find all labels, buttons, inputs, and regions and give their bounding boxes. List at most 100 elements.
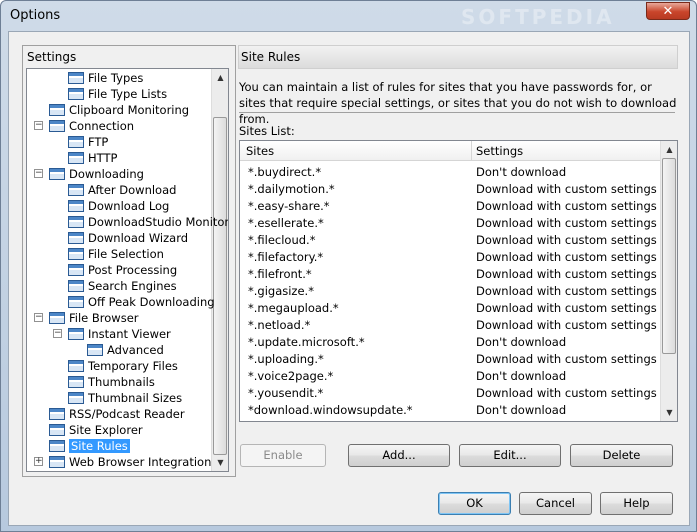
- tree-item-label: Site Rules: [69, 439, 130, 453]
- scroll-down-icon[interactable]: ▼: [212, 454, 228, 471]
- table-row[interactable]: *.voice2page.* Don't download: [240, 368, 660, 385]
- tree-item-label: Clipboard Monitoring: [69, 103, 190, 117]
- tree-item[interactable]: File Type Lists: [68, 86, 167, 102]
- tree-item-label: Instant Viewer: [88, 327, 171, 341]
- settings-page-icon: [68, 376, 84, 388]
- settings-page-icon: [68, 200, 84, 212]
- tree-item[interactable]: Post Processing: [68, 262, 177, 278]
- tree-item[interactable]: Download Wizard: [68, 230, 188, 246]
- site-setting: Download with custom settings: [476, 301, 657, 315]
- options-window: Options SOFTPEDIA ✕ Settings ▲ ▼ File Ty…: [0, 0, 697, 532]
- expand-icon[interactable]: +: [34, 457, 43, 466]
- scroll-up-icon[interactable]: ▲: [661, 141, 677, 158]
- watermark: SOFTPEDIA: [461, 5, 615, 29]
- site-pattern: *.uploading.*: [248, 352, 324, 366]
- dialog-body: Settings ▲ ▼ File Types File Type Lists Cl…: [8, 31, 690, 526]
- add-button[interactable]: Add...: [348, 444, 450, 467]
- help-button[interactable]: Help: [600, 492, 673, 515]
- collapse-icon[interactable]: −: [34, 121, 43, 130]
- table-row[interactable]: *.filefactory.* Download with custom sett…: [240, 249, 660, 266]
- settings-tree[interactable]: ▲ ▼ File Types File Type Lists Clipboard M…: [26, 68, 229, 472]
- site-pattern: *.easy-share.*: [248, 199, 330, 213]
- table-row[interactable]: *.netload.* Download with custom settings: [240, 317, 660, 334]
- table-row[interactable]: *.easy-share.* Download with custom setti…: [240, 198, 660, 215]
- column-divider[interactable]: [471, 141, 472, 161]
- collapse-icon[interactable]: −: [53, 329, 62, 338]
- tree-item[interactable]: Clipboard Monitoring: [49, 102, 189, 118]
- tree-item[interactable]: − File Browser: [34, 310, 139, 326]
- site-setting: Download with custom settings: [476, 233, 657, 247]
- tree-item[interactable]: Download Log: [68, 198, 169, 214]
- edit-button[interactable]: Edit...: [459, 444, 561, 467]
- table-row[interactable]: *download.windowsupdate.* Don't download: [240, 402, 660, 419]
- site-setting: Don't download: [476, 369, 567, 383]
- site-pattern: *.filecloud.*: [248, 233, 316, 247]
- tree-item[interactable]: − Connection: [34, 118, 135, 134]
- site-setting: Download with custom settings: [476, 216, 657, 230]
- collapse-icon[interactable]: −: [34, 169, 43, 178]
- site-setting: Download with custom settings: [476, 386, 657, 400]
- site-pattern: *.netload.*: [248, 318, 311, 332]
- tree-item[interactable]: FTP: [68, 134, 108, 150]
- delete-button[interactable]: Delete: [570, 444, 673, 467]
- tree-item[interactable]: Temporary Files: [68, 358, 178, 374]
- table-row[interactable]: *.update.microsoft.* Don't download: [240, 334, 660, 351]
- tree-item[interactable]: HTTP: [68, 150, 117, 166]
- tree-item[interactable]: DownloadStudio Monitor: [68, 214, 228, 230]
- scroll-up-icon[interactable]: ▲: [212, 69, 228, 86]
- table-row[interactable]: *.esellerate.* Download with custom setti…: [240, 215, 660, 232]
- tree-item-label: Web Browser Integration: [69, 455, 212, 469]
- tree-item[interactable]: Site Rules: [49, 438, 130, 454]
- tree-item[interactable]: File Types: [68, 70, 143, 86]
- column-header-sites[interactable]: Sites: [246, 144, 274, 158]
- close-button[interactable]: ✕: [646, 2, 690, 20]
- sites-list[interactable]: Sites Settings ▲ ▼ *.buydirect.* Don't do…: [239, 140, 678, 422]
- table-row[interactable]: *.yousendit.* Download with custom settin…: [240, 385, 660, 402]
- tree-item[interactable]: Thumbnails: [68, 374, 155, 390]
- tree-item[interactable]: + Web Browser Integration: [34, 454, 212, 470]
- settings-page-icon: [49, 408, 65, 420]
- site-setting: Download with custom settings: [476, 267, 657, 281]
- ok-button[interactable]: OK: [438, 492, 511, 515]
- tree-item[interactable]: Off Peak Downloading: [68, 294, 215, 310]
- cancel-button[interactable]: Cancel: [519, 492, 592, 515]
- list-scrollbar[interactable]: ▲ ▼: [660, 141, 677, 421]
- table-row[interactable]: *.gigasize.* Download with custom setting…: [240, 283, 660, 300]
- collapse-icon[interactable]: −: [34, 313, 43, 322]
- title-bar[interactable]: Options SOFTPEDIA ✕: [1, 1, 696, 31]
- section-header: Site Rules: [238, 45, 678, 69]
- window-title: Options: [10, 8, 61, 23]
- tree-item[interactable]: After Download: [68, 182, 176, 198]
- site-setting: Download with custom settings: [476, 352, 657, 366]
- table-row[interactable]: *.dailymotion.* Download with custom sett…: [240, 181, 660, 198]
- tree-item[interactable]: File Selection: [68, 246, 164, 262]
- tree-scrollbar[interactable]: ▲ ▼: [211, 69, 228, 471]
- site-pattern: *.filefactory.*: [248, 250, 324, 264]
- tree-item[interactable]: Site Explorer: [49, 422, 143, 438]
- tree-item[interactable]: − Downloading: [34, 166, 144, 182]
- tree-item-label: RSS/Podcast Reader: [69, 407, 185, 421]
- table-row[interactable]: *.uploading.* Download with custom settin…: [240, 351, 660, 368]
- tree-item[interactable]: Search Engines: [68, 278, 177, 294]
- scroll-down-icon[interactable]: ▼: [661, 404, 677, 421]
- tree-item[interactable]: Thumbnail Sizes: [68, 390, 182, 406]
- site-setting: Download with custom settings: [476, 199, 657, 213]
- column-header-settings[interactable]: Settings: [476, 144, 523, 158]
- tree-item-label: Connection: [69, 119, 135, 133]
- table-row[interactable]: *.filecloud.* Download with custom settin…: [240, 232, 660, 249]
- site-pattern: *.buydirect.*: [248, 165, 322, 179]
- tree-item[interactable]: RSS/Podcast Reader: [49, 406, 185, 422]
- settings-page-icon: [49, 120, 65, 132]
- tree-item-label: File Types: [88, 71, 144, 85]
- site-pattern: *.voice2page.*: [248, 369, 334, 383]
- table-row[interactable]: *.filefront.* Download with custom settin…: [240, 266, 660, 283]
- settings-page-icon: [49, 440, 65, 452]
- tree-item[interactable]: Advanced: [87, 342, 164, 358]
- table-row[interactable]: *.megaupload.* Download with custom setti…: [240, 300, 660, 317]
- scroll-thumb[interactable]: [213, 117, 227, 455]
- tree-item-label: File Browser: [69, 311, 139, 325]
- table-row[interactable]: *.buydirect.* Don't download: [240, 164, 660, 181]
- enable-button[interactable]: Enable: [240, 444, 326, 467]
- scroll-thumb[interactable]: [662, 158, 676, 354]
- tree-item[interactable]: − Instant Viewer: [53, 326, 171, 342]
